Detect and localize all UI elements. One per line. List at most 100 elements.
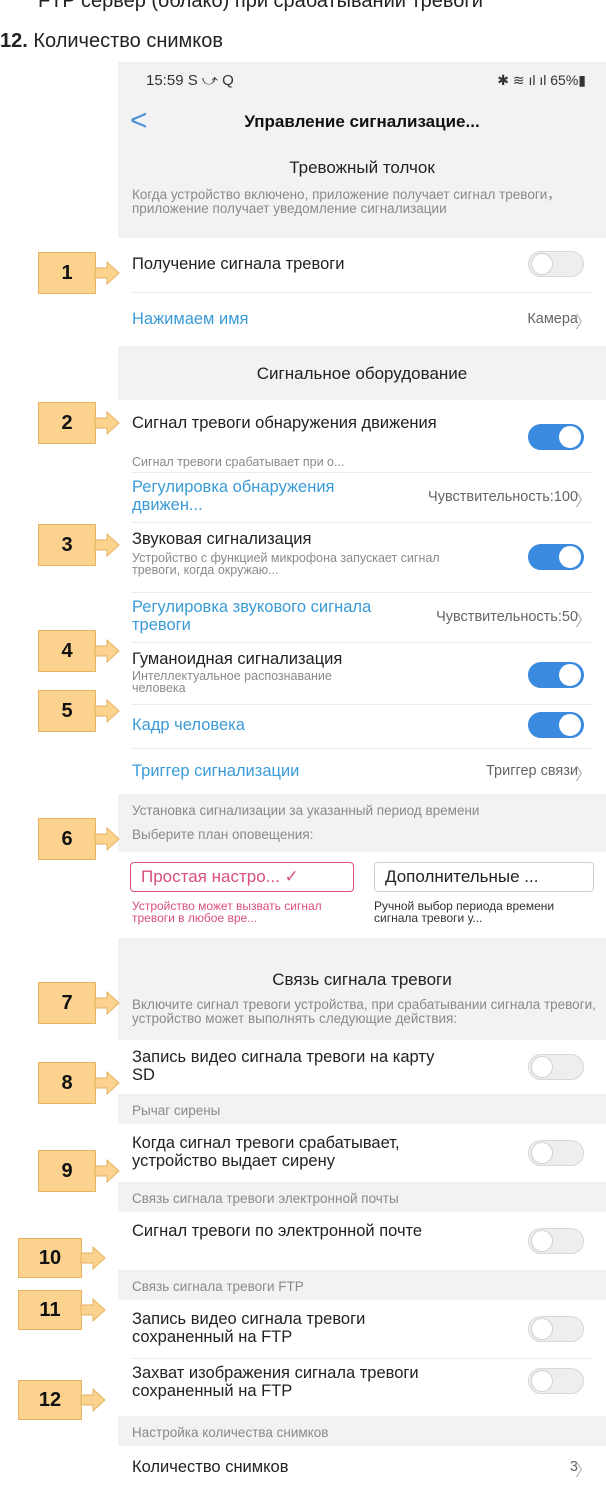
siren-row[interactable]: Когда сигнал тревоги срабатывает, устрой… — [132, 1124, 592, 1182]
doc-line-snapshot-count: 12. Количество снимков — [0, 30, 223, 53]
sound-alarm-sub: Устройство с функцией микрофона запускае… — [132, 551, 440, 577]
toggle-knob — [559, 664, 581, 686]
ftp-section-label: Связь сигнала тревоги FTP — [132, 1279, 304, 1294]
sd-record-row[interactable]: Запись видео сигнала тревоги на карту SD — [132, 1040, 592, 1094]
alarm-trigger-row[interactable]: Триггер сигнализации Триггер связи 〉 — [132, 748, 592, 794]
push-name-value: Камера — [527, 311, 578, 327]
sound-adjust-row[interactable]: Регулировка звукового сигнала тревоги Чу… — [132, 592, 592, 643]
chevron-right-icon: 〉 — [575, 611, 592, 630]
siren-section-label: Рычаг сирены — [132, 1103, 221, 1118]
receive-alarm-label: Получение сигнала тревоги — [132, 255, 345, 273]
callout-marker-9: 9 — [38, 1150, 96, 1192]
chevron-right-icon: 〉 — [575, 313, 592, 332]
receive-alarm-row[interactable]: Получение сигнала тревоги — [132, 238, 592, 293]
section-header-equipment: Сигнальное оборудование — [256, 364, 468, 383]
callout-marker-12: 12 — [18, 1380, 82, 1420]
equipment-card: Сигнал тревоги обнаружения движения Сигн… — [118, 400, 606, 794]
plan-hint-2: Выберите план оповещения: — [132, 827, 314, 842]
toggle-knob — [531, 1370, 553, 1392]
toggle-knob — [559, 714, 581, 736]
callout-arrow-icon — [94, 698, 120, 724]
snapshot-count-row[interactable]: Количество снимков 3 〉 — [132, 1446, 592, 1490]
alarm-trigger-label: Триггер сигнализации — [132, 762, 300, 780]
status-time: 15:59 S ⤻ Q — [146, 72, 234, 89]
toggle-knob — [531, 1230, 553, 1252]
ftp-video-row[interactable]: Запись видео сигнала тревоги сохраненный… — [132, 1300, 592, 1359]
snapshot-card: Количество снимков 3 〉 — [118, 1446, 606, 1490]
section-header-push: Тревожный толчок — [289, 158, 435, 177]
advanced-plan-note: Ручной выбор периода времени сигнала тре… — [374, 899, 555, 925]
push-hint: Когда устройство включено, приложение по… — [132, 187, 561, 216]
status-icons: ✱ ≋ ıl ıl 65%▮ — [497, 72, 586, 88]
phone-screen: 15:59 S ⤻ Q ✱ ≋ ıl ıl 65%▮ < Управление … — [118, 62, 606, 1490]
humanoid-alarm-toggle[interactable] — [528, 662, 584, 688]
sound-alarm-label: Звуковая сигнализация — [132, 530, 312, 548]
toggle-knob — [531, 253, 553, 275]
sound-alarm-toggle[interactable] — [528, 544, 584, 570]
callout-marker-7: 7 — [38, 982, 96, 1024]
humanoid-alarm-label: Гуманоидная сигнализация — [132, 650, 343, 668]
toggle-knob — [531, 1318, 553, 1340]
snapshot-section-label: Настройка количества снимков — [132, 1425, 329, 1440]
doc-line-ftp: FTP сервер (облако) при срабатывании тре… — [38, 0, 483, 12]
email-card: Сигнал тревоги по электронной почте — [118, 1212, 606, 1270]
push-name-row[interactable]: Нажимаем имя Камера 〉 — [132, 292, 592, 346]
humanoid-alarm-row[interactable]: Гуманоидная сигнализация Интеллектуально… — [132, 642, 592, 705]
push-name-label: Нажимаем имя — [132, 310, 249, 328]
motion-alarm-row[interactable]: Сигнал тревоги обнаружения движения Сигн… — [132, 400, 592, 473]
human-frame-toggle[interactable] — [528, 712, 584, 738]
sound-alarm-row[interactable]: Звуковая сигнализация Устройство с функц… — [132, 522, 592, 593]
siren-toggle[interactable] — [528, 1140, 584, 1166]
callout-arrow-icon — [94, 638, 120, 664]
document-header: FTP сервер (облако) при срабатывании тре… — [0, 0, 606, 70]
alarm-trigger-value: Триггер связи — [485, 763, 578, 779]
motion-alarm-label: Сигнал тревоги обнаружения движения — [132, 414, 437, 432]
nav-bar: < Управление сигнализацие... — [118, 102, 606, 146]
advanced-plan-button[interactable]: Дополнительные ... — [374, 862, 594, 892]
callout-arrow-icon — [94, 826, 120, 852]
plan-card: Простая настро... ✓ Устройство может выз… — [118, 852, 606, 938]
callout-marker-1: 1 — [38, 252, 96, 294]
toggle-knob — [559, 426, 581, 448]
callout-arrow-icon — [94, 410, 120, 436]
snapshot-count-label: Количество снимков — [132, 1458, 289, 1476]
email-toggle[interactable] — [528, 1228, 584, 1254]
callout-arrow-icon — [80, 1245, 106, 1271]
callout-arrow-icon — [94, 1158, 120, 1184]
motion-alarm-sub: Сигнал тревоги срабатывает при о... — [132, 455, 345, 469]
motion-adjust-row[interactable]: Регулировка обнаружения движен... Чувств… — [132, 472, 592, 523]
ftp-image-toggle[interactable] — [528, 1368, 584, 1394]
receive-alarm-toggle[interactable] — [528, 251, 584, 277]
motion-alarm-toggle[interactable] — [528, 424, 584, 450]
ftp-video-label: Запись видео сигнала тревоги сохраненный… — [132, 1310, 366, 1346]
human-frame-row[interactable]: Кадр человека — [132, 704, 592, 749]
sd-record-toggle[interactable] — [528, 1054, 584, 1080]
chevron-right-icon: 〉 — [575, 765, 592, 784]
sound-adjust-label: Регулировка звукового сигнала тревоги — [132, 598, 372, 634]
doc-item-number: 12. — [0, 30, 28, 52]
human-frame-label: Кадр человека — [132, 716, 245, 734]
motion-adjust-label: Регулировка обнаружения движен... — [132, 478, 335, 514]
ftp-image-label: Захват изображения сигнала тревоги сохра… — [132, 1364, 419, 1400]
callout-marker-10: 10 — [18, 1238, 82, 1278]
callout-arrow-icon — [80, 1297, 106, 1323]
humanoid-alarm-sub: Интеллектуальное распознавание человека — [132, 669, 332, 695]
callout-arrow-icon — [94, 532, 120, 558]
callout-arrow-icon — [94, 1070, 120, 1096]
email-label: Сигнал тревоги по электронной почте — [132, 1222, 423, 1240]
status-bar: 15:59 S ⤻ Q ✱ ≋ ıl ıl 65%▮ — [118, 62, 606, 102]
callout-marker-11: 11 — [18, 1290, 82, 1330]
callout-arrow-icon — [94, 990, 120, 1016]
ftp-image-row[interactable]: Захват изображения сигнала тревоги сохра… — [132, 1358, 592, 1416]
toggle-knob — [559, 546, 581, 568]
simple-plan-note: Устройство может вызвать сигнал тревоги … — [132, 899, 322, 925]
callout-marker-4: 4 — [38, 630, 96, 672]
doc-item-text: Количество снимков — [33, 30, 224, 52]
sound-adjust-value: Чувствительность:50 — [436, 609, 578, 625]
link-hint: Включите сигнал тревоги устройства, при … — [132, 997, 596, 1026]
simple-plan-button[interactable]: Простая настро... ✓ — [130, 862, 354, 892]
toggle-knob — [531, 1056, 553, 1078]
email-row[interactable]: Сигнал тревоги по электронной почте — [132, 1212, 592, 1270]
toggle-knob — [531, 1142, 553, 1164]
ftp-video-toggle[interactable] — [528, 1316, 584, 1342]
